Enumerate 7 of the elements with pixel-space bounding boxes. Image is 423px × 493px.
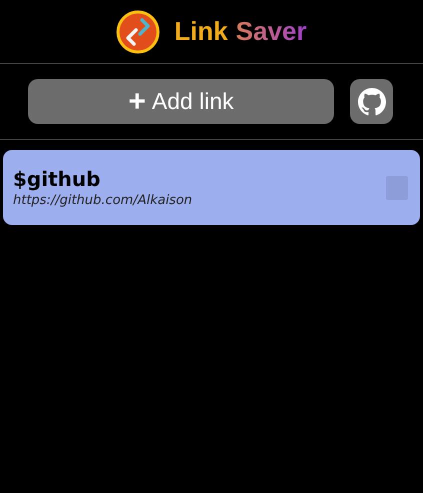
link-name: $github (13, 167, 102, 191)
app-title: Link (174, 16, 228, 47)
link-url: https://github.com/Alkaison (13, 193, 192, 208)
github-icon (358, 88, 386, 116)
github-button[interactable] (350, 79, 393, 124)
link-card[interactable]: $github https://github.com/Alkaison (3, 150, 420, 225)
add-link-button[interactable]: + Add link (28, 79, 334, 124)
